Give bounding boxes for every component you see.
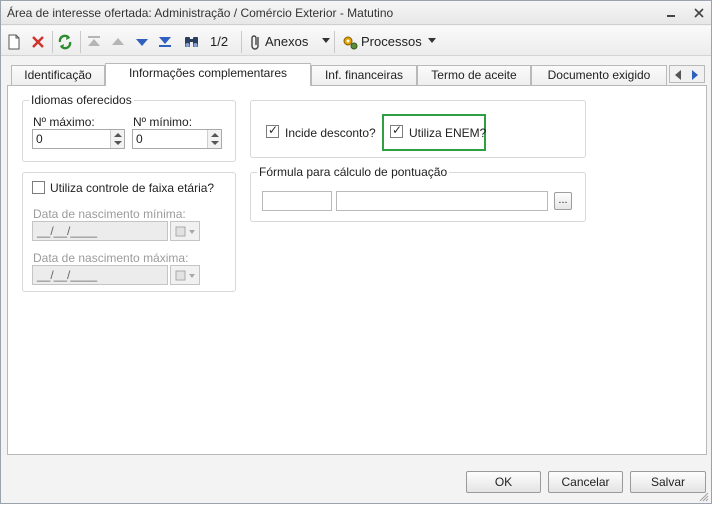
processes-dropdown-icon[interactable] (428, 38, 436, 43)
toolbar-separator (80, 31, 81, 53)
tab-informacoes-complementares[interactable]: Informações complementares (105, 63, 311, 86)
incide-desconto-checkbox[interactable]: ✓ (266, 123, 279, 138)
toolbar-separator (241, 31, 242, 53)
new-record-icon[interactable] (7, 33, 21, 51)
close-icon[interactable] (691, 5, 707, 21)
min-birthdate-label: Data de nascimento mínima: (33, 207, 186, 221)
formula-legend: Fórmula para cálculo de pontuação (257, 165, 450, 179)
processes-gear-icon[interactable] (341, 33, 359, 51)
calendar-icon (175, 269, 197, 286)
resize-grip-icon[interactable] (699, 491, 709, 502)
last-record-icon[interactable] (158, 33, 172, 51)
min-languages-label: Nº mínimo: (133, 115, 193, 129)
tab-termo-de-aceite[interactable]: Termo de aceite (417, 65, 531, 85)
toolbar-separator (334, 31, 335, 53)
tab-scroll-right-icon[interactable] (690, 69, 700, 84)
processes-button[interactable]: Processos (361, 33, 422, 51)
max-birthdate-field[interactable]: __/__/____ (32, 265, 168, 285)
formula-description-field[interactable] (336, 191, 548, 211)
toolbar: 1/2 Anexos Processos (1, 26, 711, 56)
idiomas-group: Idiomas oferecidos Nº máximo: 0 Nº mínim… (22, 93, 236, 162)
max-birthdate-calendar-button[interactable] (170, 265, 200, 285)
tab-scroll-left-icon[interactable] (673, 69, 683, 84)
tab-panel: Idiomas oferecidos Nº máximo: 0 Nº mínim… (7, 85, 707, 455)
tab-inf-financeiras[interactable]: Inf. financeiras (311, 65, 417, 85)
utiliza-enem-checkbox[interactable]: ✓ (390, 123, 403, 138)
incide-desconto-label: Incide desconto? (285, 126, 376, 140)
tab-strip: Identificação Informações complementares… (7, 63, 707, 86)
max-languages-spinner[interactable]: 0 (32, 129, 125, 149)
title-bar: Área de interesse ofertada: Administraçã… (1, 1, 711, 25)
tab-documento-exigido[interactable]: Documento exigido (531, 65, 667, 85)
paperclip-icon[interactable] (249, 33, 263, 51)
max-birthdate-value: __/__/____ (37, 268, 98, 282)
refresh-icon[interactable] (57, 33, 73, 51)
utiliza-enem-label: Utiliza ENEM? (409, 126, 487, 140)
formula-lookup-button[interactable]: ... (554, 192, 572, 210)
max-languages-label: Nº máximo: (33, 115, 95, 129)
attachments-button[interactable]: Anexos (265, 33, 308, 51)
ok-button[interactable]: OK (466, 471, 541, 493)
attachments-dropdown-icon[interactable] (322, 38, 330, 43)
tab-identificacao[interactable]: Identificação (11, 65, 105, 85)
formula-group: Fórmula para cálculo de pontuação ... (250, 165, 586, 222)
age-range-group: Utiliza controle de faixa etária? Data d… (22, 172, 236, 292)
age-range-checkbox[interactable] (32, 181, 45, 194)
checkmark-icon: ✓ (392, 123, 403, 137)
formula-code-field[interactable] (262, 191, 332, 211)
spinner-arrows[interactable] (110, 130, 124, 148)
cancel-button[interactable]: Cancelar (548, 471, 623, 493)
save-button[interactable]: Salvar (630, 471, 706, 493)
calendar-icon (175, 225, 197, 242)
first-record-icon[interactable] (87, 33, 101, 51)
min-birthdate-field[interactable]: __/__/____ (32, 221, 168, 241)
record-position: 1/2 (210, 34, 229, 49)
max-birthdate-label: Data de nascimento máxima: (33, 251, 189, 265)
previous-record-icon[interactable] (111, 33, 125, 51)
delete-icon[interactable] (30, 33, 46, 51)
spinner-arrows[interactable] (207, 130, 221, 148)
options-group: ✓ Incide desconto? ✓ Utiliza ENEM? (250, 100, 586, 158)
age-range-checkbox-label: Utiliza controle de faixa etária? (50, 181, 215, 195)
min-languages-value: 0 (136, 132, 143, 146)
dialog-window: Área de interesse ofertada: Administraçã… (0, 0, 712, 504)
checkmark-icon: ✓ (268, 123, 279, 137)
idiomas-legend: Idiomas oferecidos (29, 93, 134, 107)
max-languages-value: 0 (36, 132, 43, 146)
tab-scroll-buttons (669, 65, 705, 83)
min-birthdate-calendar-button[interactable] (170, 221, 200, 241)
binoculars-icon[interactable] (183, 33, 201, 51)
next-record-icon[interactable] (135, 33, 149, 51)
toolbar-separator (52, 31, 53, 53)
min-languages-spinner[interactable]: 0 (132, 129, 222, 149)
minimize-icon[interactable] (663, 5, 679, 21)
window-title: Área de interesse ofertada: Administraçã… (7, 6, 394, 20)
min-birthdate-value: __/__/____ (37, 224, 98, 238)
